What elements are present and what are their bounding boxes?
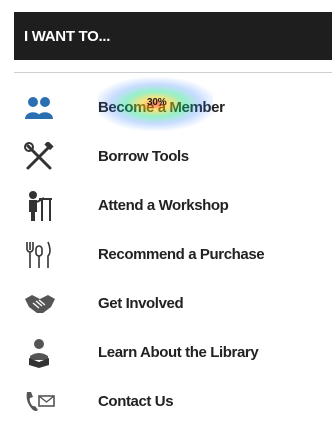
menu-item-contact-us[interactable]: Contact Us — [14, 377, 332, 426]
menu-item-learn-about-library[interactable]: Learn About the Library — [14, 328, 332, 377]
action-menu: Become a Member Borrow Tools Attend a Wo… — [14, 83, 332, 426]
members-icon — [24, 90, 64, 126]
menu-item-label: Get Involved — [98, 295, 184, 312]
menu-item-label: Attend a Workshop — [98, 197, 229, 214]
menu-item-label: Recommend a Purchase — [98, 246, 265, 263]
workshop-icon — [24, 188, 64, 224]
utensils-icon — [24, 237, 64, 273]
menu-item-recommend-purchase[interactable]: Recommend a Purchase — [14, 230, 332, 279]
heatmap-percentage: 30% — [147, 97, 167, 108]
menu-item-get-involved[interactable]: Get Involved — [14, 279, 332, 328]
menu-item-become-member[interactable]: Become a Member — [14, 83, 332, 132]
menu-item-label: Contact Us — [98, 393, 174, 410]
phone-mail-icon — [24, 384, 64, 420]
reader-icon — [24, 335, 64, 371]
menu-item-borrow-tools[interactable]: Borrow Tools — [14, 132, 332, 181]
i-want-to-panel: I WANT TO... Become a Member Borrow Tool… — [14, 12, 332, 430]
handshake-icon — [24, 286, 64, 322]
menu-item-label: Borrow Tools — [98, 148, 189, 165]
tools-icon — [24, 139, 64, 175]
menu-item-attend-workshop[interactable]: Attend a Workshop — [14, 181, 332, 230]
panel-title: I WANT TO... — [24, 27, 111, 45]
panel-header: I WANT TO... — [14, 12, 332, 60]
header-divider — [14, 72, 332, 73]
menu-item-label: Learn About the Library — [98, 344, 259, 361]
